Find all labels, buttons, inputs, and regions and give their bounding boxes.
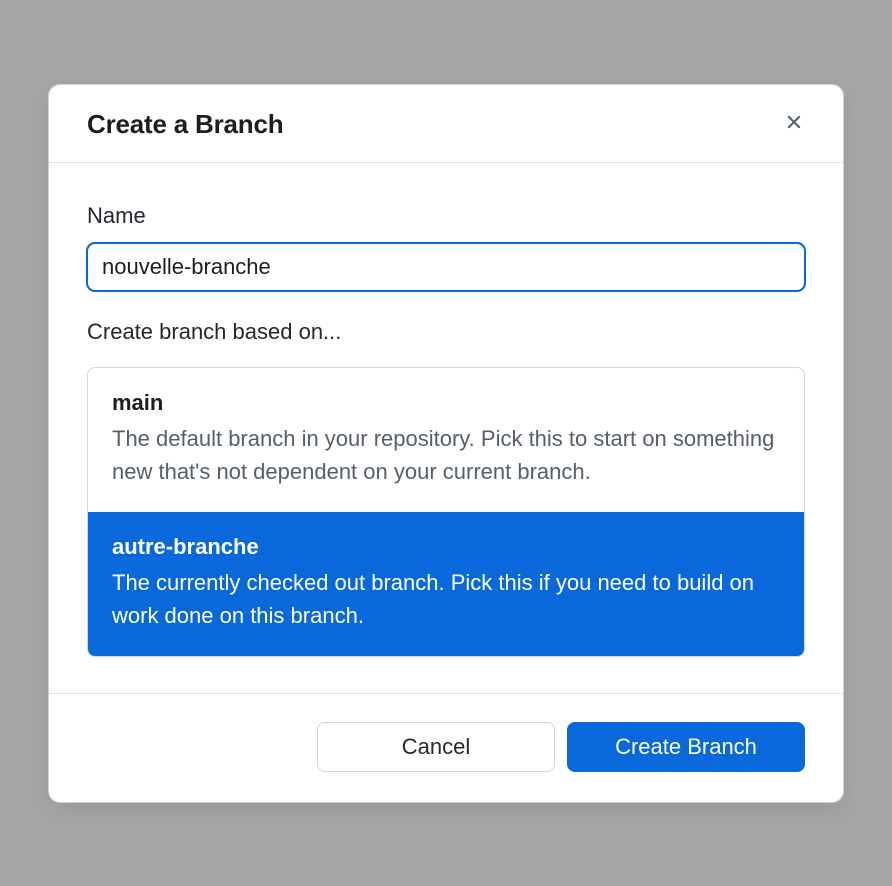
branch-option-current[interactable]: autre-branche The currently checked out … xyxy=(88,512,804,656)
base-branch-label: Create branch based on... xyxy=(87,319,805,345)
close-icon xyxy=(783,111,805,133)
base-branch-options: main The default branch in your reposito… xyxy=(87,367,805,657)
dialog-body: Name Create branch based on... main The … xyxy=(49,163,843,693)
branch-option-main[interactable]: main The default branch in your reposito… xyxy=(88,368,804,512)
branch-option-description: The currently checked out branch. Pick t… xyxy=(112,566,780,632)
dialog-header: Create a Branch xyxy=(49,85,843,163)
branch-option-title: autre-branche xyxy=(112,534,780,560)
cancel-button[interactable]: Cancel xyxy=(317,722,555,772)
branch-name-input[interactable] xyxy=(87,243,805,291)
close-button[interactable] xyxy=(783,111,805,138)
dialog-title: Create a Branch xyxy=(87,109,283,140)
create-branch-dialog: Create a Branch Name Create branch based… xyxy=(48,84,844,803)
dialog-footer: Cancel Create Branch xyxy=(49,693,843,802)
branch-option-description: The default branch in your repository. P… xyxy=(112,422,780,488)
branch-option-title: main xyxy=(112,390,780,416)
name-label: Name xyxy=(87,203,805,229)
create-branch-button[interactable]: Create Branch xyxy=(567,722,805,772)
